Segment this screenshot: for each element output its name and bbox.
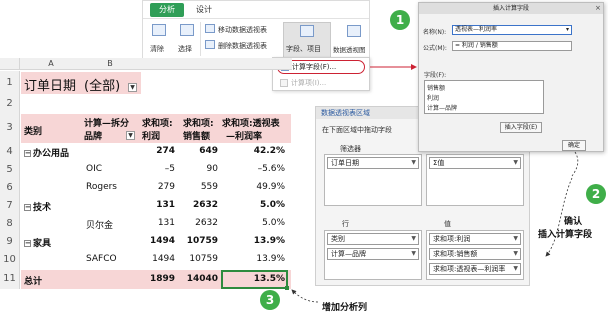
step-2-badge: 2 bbox=[586, 184, 606, 204]
step-1-badge: 1 bbox=[390, 10, 410, 30]
step-3-badge: 3 bbox=[260, 290, 280, 310]
arrow-step2-lead bbox=[571, 151, 579, 177]
arrow-step3 bbox=[291, 289, 319, 303]
annotation-arrows bbox=[291, 64, 579, 303]
callout-confirm-line1: 确认 bbox=[564, 217, 583, 227]
callout-add-column: 增加分析列 bbox=[322, 303, 368, 313]
callout-confirm-line2: 插入计算字段 bbox=[538, 230, 593, 240]
